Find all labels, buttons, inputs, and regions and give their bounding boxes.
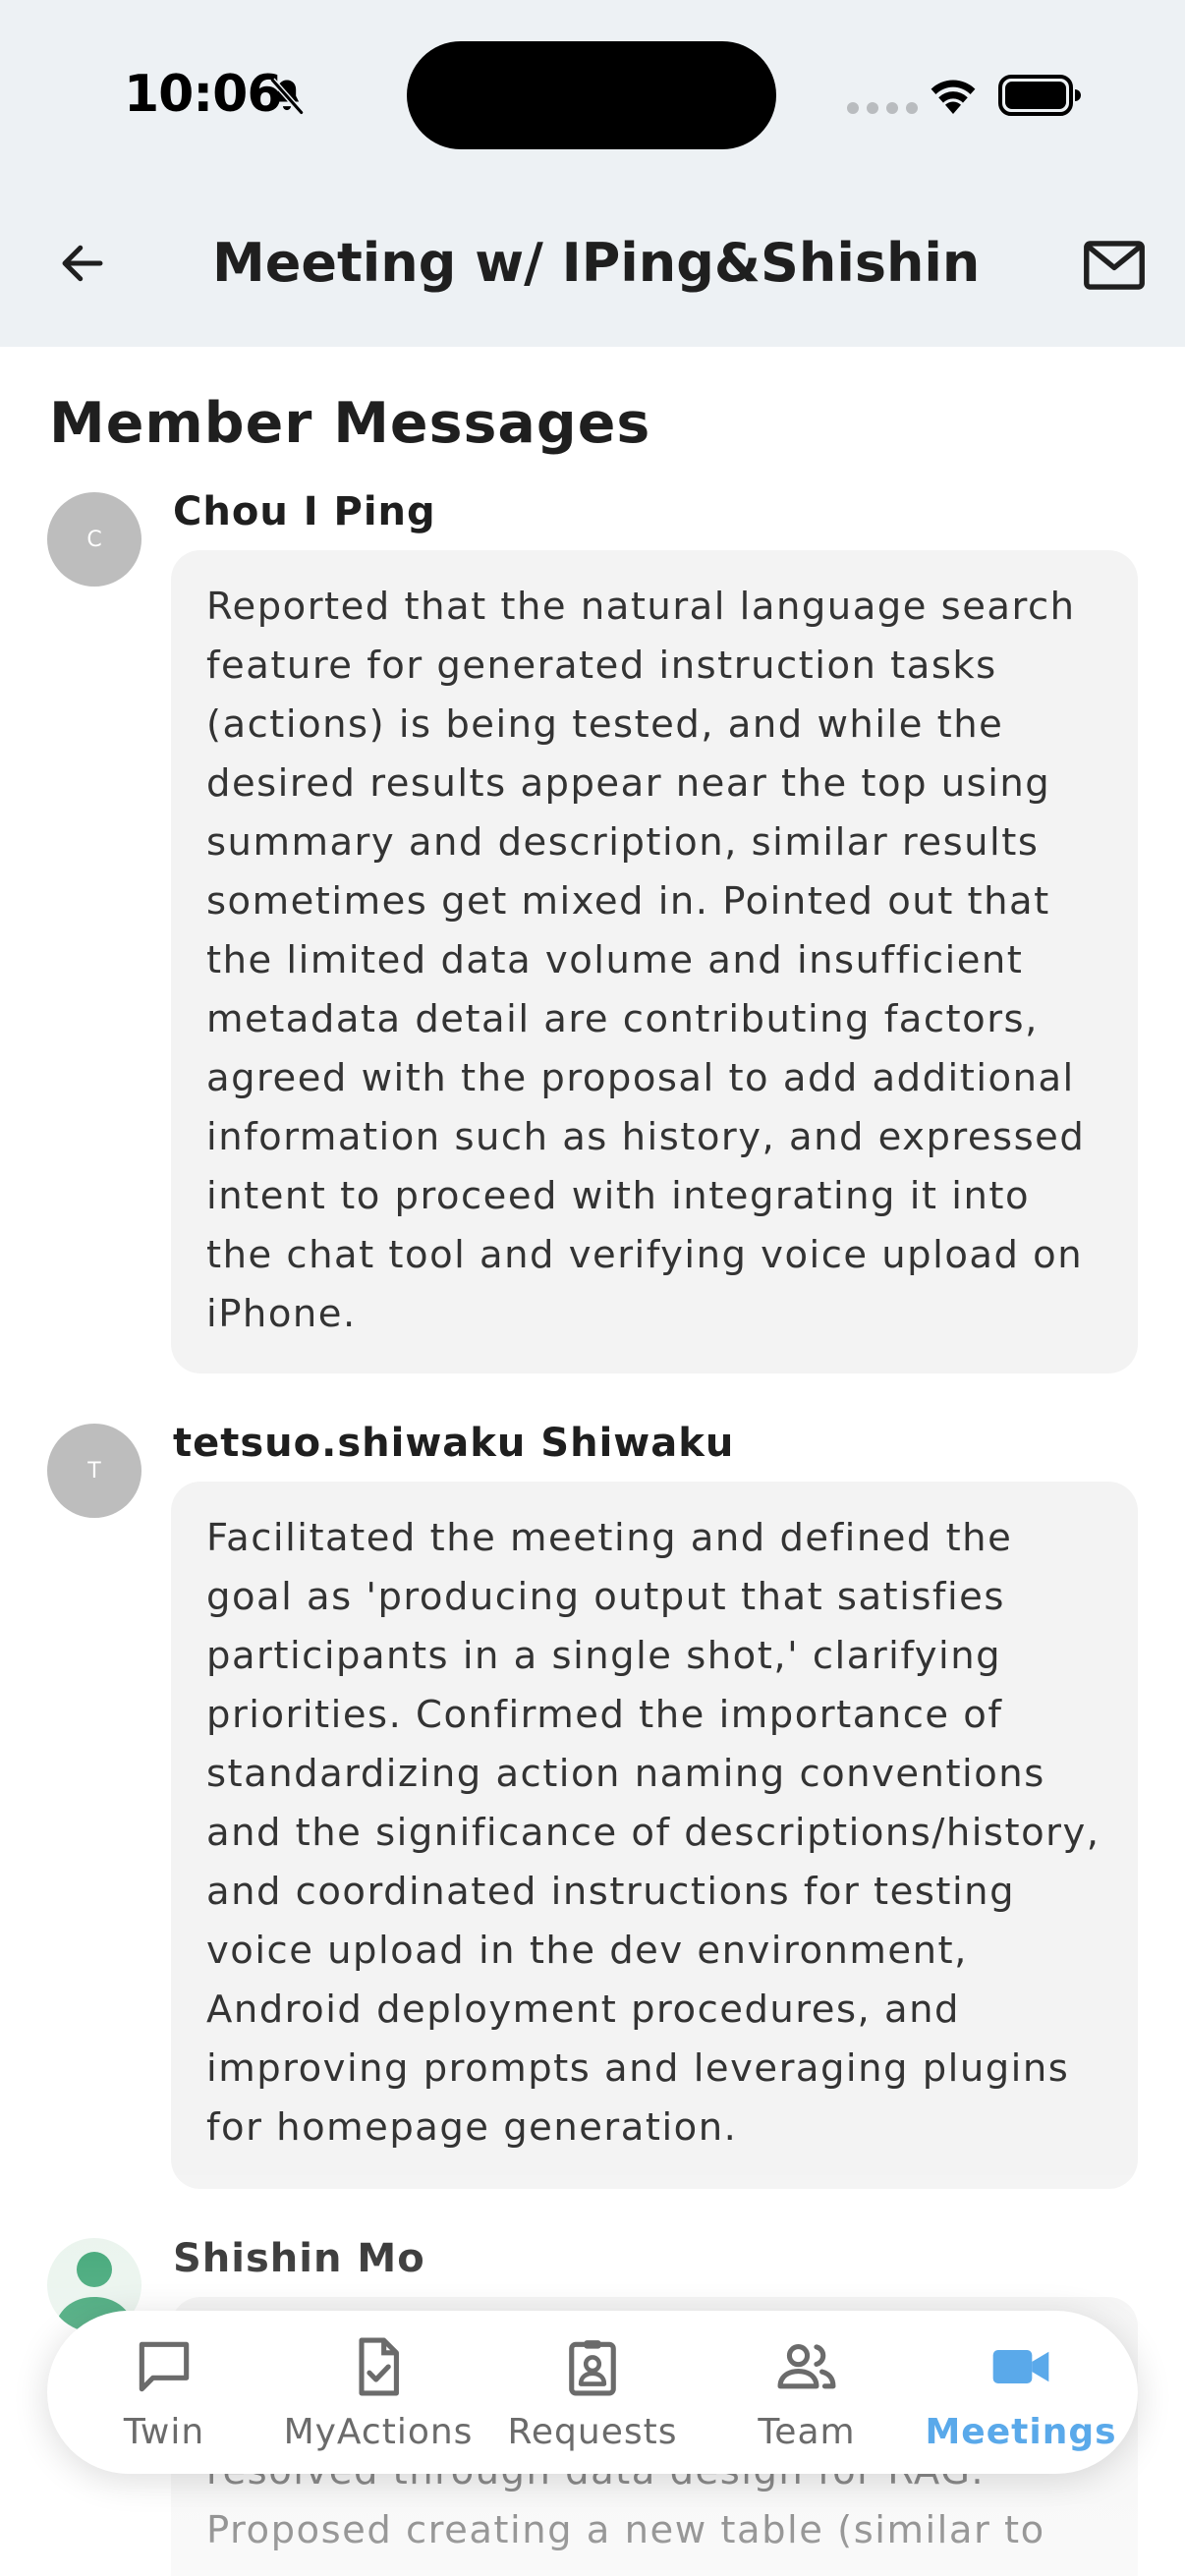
avatar: C bbox=[47, 492, 141, 587]
mail-icon bbox=[1084, 241, 1145, 290]
wifi-icon bbox=[931, 80, 976, 114]
section-title: Member Messages bbox=[49, 391, 651, 456]
dynamic-island bbox=[407, 41, 776, 149]
sender-name: Shishin Mo bbox=[173, 2236, 425, 2281]
page-title: Meeting w/ IPing&Shishin bbox=[212, 232, 981, 294]
mail-button[interactable] bbox=[1079, 234, 1150, 297]
nav-item-twin[interactable]: Twin bbox=[59, 2319, 269, 2466]
sender-name: tetsuo.shiwaku Shiwaku bbox=[173, 1421, 735, 1466]
back-button[interactable] bbox=[51, 232, 114, 295]
chat-bubble-icon bbox=[139, 2341, 190, 2391]
cellular-signal-icon bbox=[847, 102, 918, 114]
video-camera-icon bbox=[992, 2349, 1049, 2383]
clipboard-person-icon bbox=[569, 2339, 616, 2395]
message-bubble: Facilitated the meeting and defined the … bbox=[171, 1482, 1138, 2189]
nav-item-meetings[interactable]: Meetings bbox=[916, 2319, 1126, 2466]
avatar: T bbox=[47, 1424, 141, 1518]
nav-label: MyActions bbox=[283, 2411, 474, 2452]
nav-item-myactions[interactable]: MyActions bbox=[273, 2319, 483, 2466]
nav-label: Requests bbox=[507, 2411, 678, 2452]
battery-icon bbox=[998, 75, 1081, 116]
nav-label: Twin bbox=[123, 2411, 205, 2452]
nav-label: Meetings bbox=[925, 2411, 1117, 2452]
people-icon bbox=[777, 2343, 836, 2388]
sender-name: Chou I Ping bbox=[173, 489, 436, 534]
nav-item-requests[interactable]: Requests bbox=[487, 2319, 698, 2466]
bottom-navigation: Twin MyActions Requests Team Meetings bbox=[47, 2311, 1138, 2474]
nav-item-team[interactable]: Team bbox=[702, 2319, 912, 2466]
arrow-left-icon bbox=[62, 245, 103, 282]
status-time: 10:06 bbox=[124, 65, 283, 124]
app-header: 10:06 Meeting w/ IPing&Shishin bbox=[0, 0, 1185, 347]
bell-muted-icon bbox=[270, 78, 304, 115]
task-check-icon bbox=[359, 2337, 399, 2395]
message-bubble: Reported that the natural language searc… bbox=[171, 550, 1138, 1373]
nav-label: Team bbox=[758, 2411, 856, 2452]
meeting-messages-screen: 10:06 Meeting w/ IPing&Shishin Member Me… bbox=[0, 0, 1185, 2576]
